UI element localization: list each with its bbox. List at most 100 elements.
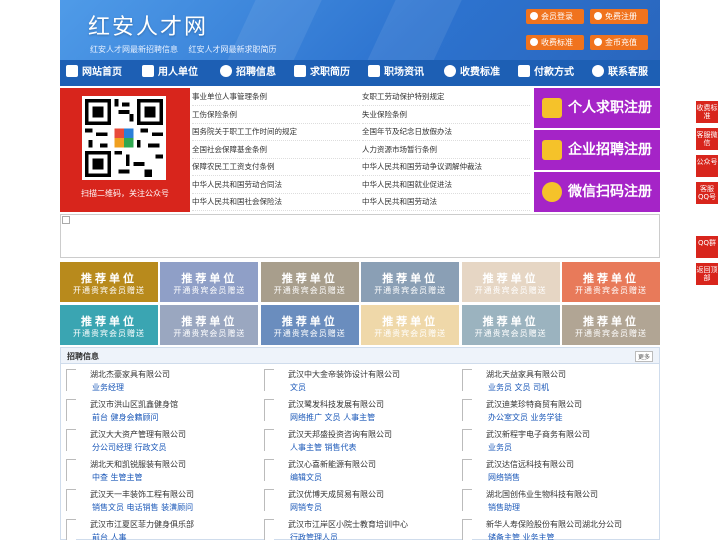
job-positions[interactable]: 业务员 (488, 442, 512, 453)
side-qq-group[interactable]: QQ群 (696, 236, 718, 258)
nav-contact[interactable]: 联系客服 (592, 60, 648, 86)
job-positions[interactable]: 销售文员 电话销售 装潢顾问 (92, 502, 193, 513)
job-positions[interactable]: 文员 (290, 382, 306, 393)
job-positions[interactable]: 办公室文员 业务学徒 (488, 412, 563, 423)
company-logo[interactable] (66, 459, 76, 481)
tagline-jobs[interactable]: 红安人才网最新招聘信息 (90, 45, 178, 54)
policy-link[interactable]: 中华人民共和国劳动争议调解仲裁法 (362, 158, 530, 176)
side-back-to-top[interactable]: 返回顶部 (696, 263, 718, 285)
company-name[interactable]: 湖北国创伟业生物科技有限公司 (486, 489, 598, 500)
company-logo[interactable] (462, 519, 472, 540)
policy-link[interactable]: 事业单位人事管理条例 (192, 88, 360, 106)
company-name[interactable]: 湖北杰豪家具有限公司 (90, 369, 170, 380)
site-logo[interactable]: 红安人才网 (88, 9, 208, 41)
job-positions[interactable]: 前台 健身会籍顾问 (92, 412, 159, 423)
job-positions[interactable]: 人事主管 销售代表 (290, 442, 357, 453)
company-logo[interactable] (264, 399, 274, 421)
job-positions[interactable]: 业务经理 (92, 382, 124, 393)
side-official-account[interactable]: 公众号 (696, 155, 718, 177)
job-positions[interactable]: 储备主管 业务主管 (488, 532, 555, 540)
nav-payment[interactable]: 付款方式 (518, 60, 574, 86)
company-logo[interactable] (66, 369, 76, 391)
company-logo[interactable] (66, 399, 76, 421)
job-positions[interactable]: 网络推广 文员 人事主管 (290, 412, 375, 423)
nav-fees[interactable]: 收费标准 (444, 60, 500, 86)
nav-home[interactable]: 网站首页 (66, 60, 122, 86)
policy-link[interactable]: 人力资源市场暂行条例 (362, 141, 530, 159)
policy-link[interactable]: 工伤保险条例 (192, 106, 360, 124)
register-button[interactable]: 免费注册 (590, 9, 648, 24)
company-name[interactable]: 湖北天益家具有限公司 (486, 369, 566, 380)
fee-standard-button[interactable]: 收费标准 (526, 35, 584, 50)
policy-link[interactable]: 中华人民共和国社会保险法 (192, 193, 360, 211)
job-positions[interactable]: 网络销售 (488, 472, 520, 483)
job-positions[interactable]: 中查 生管主管 (92, 472, 143, 483)
recommended-tile[interactable]: 推荐单位 开通贵宾会员赠送 (562, 262, 660, 302)
banner-image[interactable] (60, 214, 660, 258)
policy-link[interactable]: 女职工劳动保护特别规定 (362, 88, 530, 106)
job-positions[interactable]: 前台 人事 (92, 532, 127, 540)
company-name[interactable]: 武汉中大金帝装饰设计有限公司 (288, 369, 400, 380)
side-fee-standard[interactable]: 收费标准 (696, 101, 718, 123)
company-logo[interactable] (264, 489, 274, 511)
company-logo[interactable] (462, 399, 472, 421)
policy-link[interactable]: 保障农民工工资支付条例 (192, 158, 360, 176)
company-name[interactable]: 武汉迪莱珍特商贸有限公司 (486, 399, 582, 410)
policy-link[interactable]: 中华人民共和国劳动合同法 (192, 176, 360, 194)
side-service-wechat[interactable]: 客服微信 (696, 128, 718, 150)
job-positions[interactable]: 业务员 文员 司机 (488, 382, 549, 393)
job-positions[interactable]: 网销专员 (290, 502, 322, 513)
company-register-button[interactable]: 企业招聘注册 (534, 130, 660, 170)
company-logo[interactable] (66, 429, 76, 451)
job-positions[interactable]: 分公司经理 行政文员 (92, 442, 167, 453)
company-logo[interactable] (66, 489, 76, 511)
policy-link[interactable]: 全国年节及纪念日放假办法 (362, 123, 530, 141)
company-name[interactable]: 武汉天一丰装饰工程有限公司 (90, 489, 194, 500)
company-logo[interactable] (462, 489, 472, 511)
company-logo[interactable] (264, 429, 274, 451)
recommended-tile[interactable]: 推荐单位 开通贵宾会员赠送 (361, 262, 460, 302)
company-name[interactable]: 武汉天邦盛投资咨询有限公司 (288, 429, 392, 440)
company-logo[interactable] (264, 369, 274, 391)
job-positions[interactable]: 销售助理 (488, 502, 520, 513)
company-name[interactable]: 武汉市江夏区菲力健身俱乐部 (90, 519, 194, 530)
nav-jobs[interactable]: 招聘信息 (220, 60, 276, 86)
company-logo[interactable] (66, 519, 76, 540)
company-logo[interactable] (462, 429, 472, 451)
company-logo[interactable] (264, 519, 274, 540)
policy-link[interactable]: 中华人民共和国劳动法 (362, 193, 530, 211)
wechat-register-button[interactable]: 微信扫码注册 (534, 172, 660, 212)
company-logo[interactable] (462, 369, 472, 391)
company-name[interactable]: 武汉市江岸区小院士教育培训中心 (288, 519, 408, 530)
personal-register-button[interactable]: 个人求职注册 (534, 88, 660, 128)
company-name[interactable]: 武汉市洪山区凯鑫健身馆 (90, 399, 178, 410)
policy-link[interactable]: 全国社会保障基金条例 (192, 141, 360, 159)
company-name[interactable]: 武汉心喜新能源有限公司 (288, 459, 376, 470)
recommended-tile[interactable]: 推荐单位 开通贵宾会员赠送 (461, 305, 560, 345)
job-positions[interactable]: 行政管理人员 (290, 532, 338, 540)
recommended-tile[interactable]: 推荐单位 开通贵宾会员赠送 (461, 262, 560, 302)
company-name[interactable]: 武汉新程宇电子商务有限公司 (486, 429, 590, 440)
more-link[interactable]: 更多 (634, 351, 653, 362)
company-name[interactable]: 武汉鹭发科技发展有限公司 (288, 399, 384, 410)
recharge-button[interactable]: 金币充值 (590, 35, 648, 50)
company-logo[interactable] (462, 459, 472, 481)
login-button[interactable]: 会员登录 (526, 9, 584, 24)
tagline-resumes[interactable]: 红安人才网最新求职简历 (189, 45, 277, 54)
company-name[interactable]: 武汉达信远科技有限公司 (486, 459, 574, 470)
recommended-tile[interactable]: 推荐单位 开通贵宾会员赠送 (260, 262, 359, 302)
job-positions[interactable]: 编辑文员 (290, 472, 322, 483)
recommended-tile[interactable]: 推荐单位 开通贵宾会员赠送 (160, 305, 259, 345)
recommended-tile[interactable]: 推荐单位 开通贵宾会员赠送 (160, 262, 259, 302)
recommended-tile[interactable]: 推荐单位 开通贵宾会员赠送 (60, 262, 158, 302)
company-name[interactable]: 新华人寿保险股份有限公司湖北分公司 (486, 519, 622, 530)
policy-link[interactable]: 国务院关于职工工作时间的规定 (192, 123, 360, 141)
company-name[interactable]: 武汉优博天成贸易有限公司 (288, 489, 384, 500)
nav-news[interactable]: 职场资讯 (368, 60, 424, 86)
recommended-tile[interactable]: 推荐单位 开通贵宾会员赠送 (361, 305, 460, 345)
recommended-tile[interactable]: 推荐单位 开通贵宾会员赠送 (60, 305, 158, 345)
company-name[interactable]: 武汉大大资产管理有限公司 (90, 429, 186, 440)
policy-link[interactable]: 中华人民共和国就业促进法 (362, 176, 530, 194)
recommended-tile[interactable]: 推荐单位 开通贵宾会员赠送 (562, 305, 660, 345)
policy-link[interactable]: 失业保险条例 (362, 106, 530, 124)
